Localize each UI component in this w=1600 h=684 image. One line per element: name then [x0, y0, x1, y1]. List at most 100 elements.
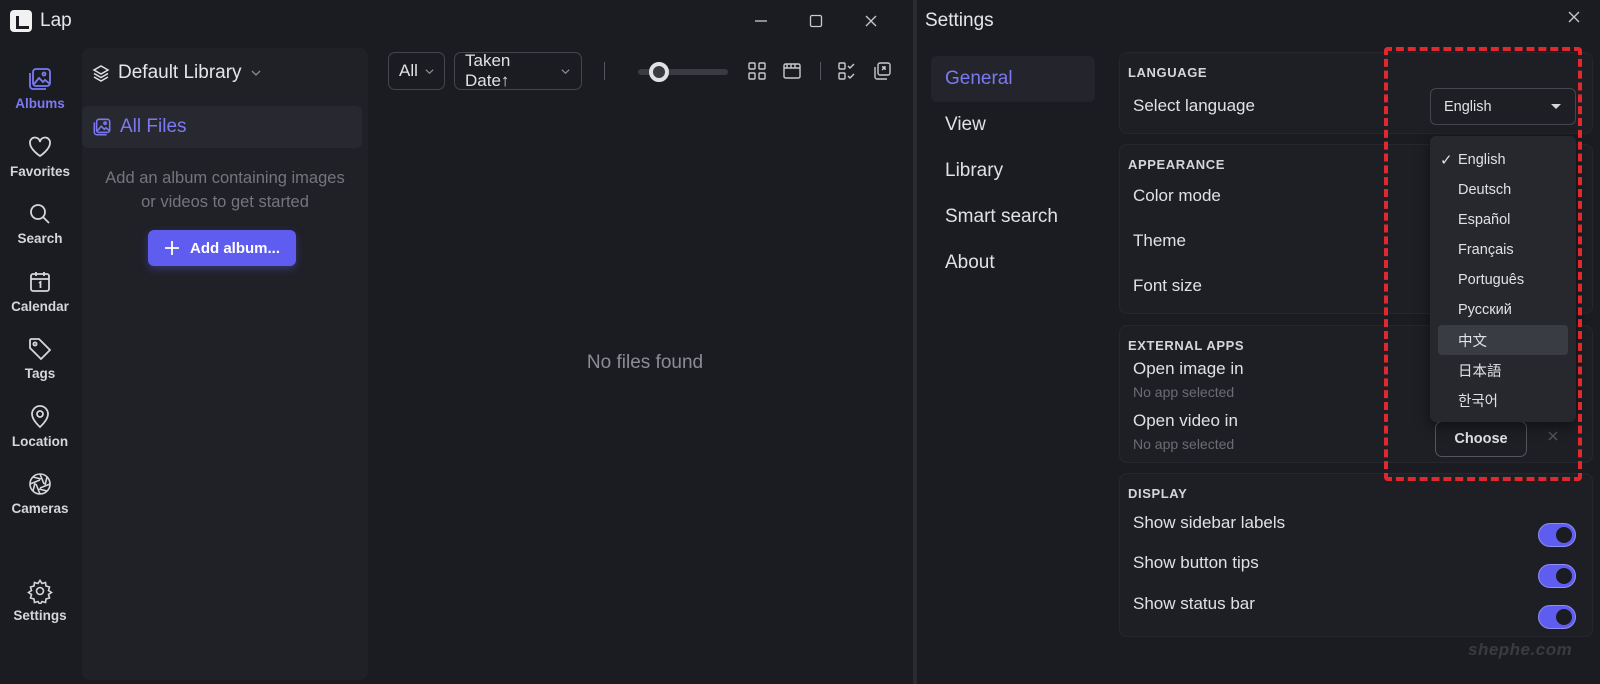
language-option-portugues[interactable]: Português	[1438, 265, 1568, 295]
show-button-tips-label: Show button tips	[1133, 553, 1259, 572]
show-status-bar-label: Show status bar	[1133, 594, 1255, 613]
library-name: Default Library	[118, 62, 242, 83]
theme-label: Theme	[1133, 231, 1186, 250]
watermark-text: shephe.com	[1468, 640, 1573, 659]
language-option-espanol[interactable]: Español	[1438, 205, 1568, 235]
lap-window: Lap Albums Favorites Search Calendar Tag…	[0, 0, 913, 684]
checkmark-icon: ✓	[1440, 152, 1453, 169]
album-item-all-files[interactable]: All Files	[82, 106, 362, 148]
open-image-label: Open image in	[1133, 359, 1244, 378]
language-option-chinese[interactable]: 中文	[1438, 325, 1568, 355]
language-option-english[interactable]: ✓ English	[1438, 145, 1568, 175]
nav-item-location[interactable]: Location	[0, 404, 80, 462]
close-button[interactable]	[854, 8, 888, 34]
album-panel: Default Library All Files Add an album c…	[82, 48, 368, 680]
maximize-button[interactable]	[799, 8, 833, 34]
chevron-down-icon	[560, 66, 571, 77]
settings-close-button[interactable]	[1567, 10, 1581, 24]
grid-view-icon[interactable]	[747, 61, 767, 81]
copy-window-icon[interactable]	[872, 61, 892, 81]
toolbar-divider	[820, 62, 821, 80]
language-option-label: Français	[1458, 242, 1514, 258]
language-option-russian[interactable]: Русский	[1438, 295, 1568, 325]
open-image-status: No app selected	[1133, 384, 1235, 400]
gear-icon	[27, 578, 53, 604]
font-size-label: Font size	[1133, 276, 1202, 295]
caret-down-icon	[1551, 104, 1561, 109]
maximize-icon	[809, 14, 823, 28]
chevron-down-icon	[424, 66, 435, 77]
language-option-label: 中文	[1458, 333, 1487, 350]
show-sidebar-labels-label: Show sidebar labels	[1133, 513, 1286, 532]
add-album-label: Add album...	[190, 239, 280, 257]
nav-label-location: Location	[11, 434, 69, 449]
sort-dropdown[interactable]: Taken Date↑	[454, 51, 582, 90]
search-icon	[27, 201, 53, 227]
location-pin-icon	[27, 404, 53, 430]
language-selected-value: English	[1444, 98, 1492, 115]
layers-icon	[92, 64, 110, 82]
language-option-label: 한국어	[1458, 393, 1499, 410]
slider-thumb[interactable]	[648, 62, 669, 82]
nav-item-favorites[interactable]: Favorites	[0, 134, 80, 192]
nav-item-cameras[interactable]: Cameras	[0, 471, 80, 529]
section-header-appearance: APPEARANCE	[1128, 157, 1226, 172]
albums-icon	[92, 117, 112, 137]
film-strip-icon[interactable]	[782, 61, 802, 81]
title-bar: Lap	[0, 0, 913, 42]
nav-label-tags: Tags	[24, 366, 56, 381]
empty-album-hint: Add an album containing images or videos…	[105, 169, 345, 211]
all-files-label: All Files	[120, 116, 187, 137]
filter-dropdown[interactable]: All	[388, 52, 445, 90]
filter-value: All	[399, 61, 418, 80]
tab-view[interactable]: View	[931, 102, 1095, 148]
nav-label-favorites: Favorites	[9, 164, 71, 179]
select-language-label: Select language	[1133, 96, 1255, 115]
add-album-button[interactable]: Add album...	[148, 230, 296, 266]
minimize-icon	[754, 14, 768, 28]
language-option-japanese[interactable]: 日本語	[1438, 355, 1568, 385]
language-select[interactable]: English	[1430, 88, 1576, 125]
albums-icon	[27, 66, 53, 92]
nav-label-cameras: Cameras	[11, 501, 69, 516]
section-header-language: LANGUAGE	[1128, 65, 1208, 80]
open-video-label: Open video in	[1133, 411, 1238, 430]
minimize-button[interactable]	[744, 8, 778, 34]
language-option-label: Español	[1458, 212, 1511, 228]
language-option-korean[interactable]: 한국어	[1438, 385, 1568, 415]
nav-item-albums[interactable]: Albums	[0, 66, 80, 124]
tab-about[interactable]: About	[931, 240, 1095, 286]
open-video-status: No app selected	[1133, 436, 1235, 452]
settings-title: Settings	[925, 10, 994, 31]
toggle-status-bar[interactable]	[1538, 605, 1576, 629]
choose-video-app-button[interactable]: Choose	[1435, 421, 1527, 457]
language-option-label: Deutsch	[1458, 182, 1512, 198]
language-option-label: 日本語	[1458, 363, 1502, 380]
plus-icon	[164, 240, 180, 256]
nav-item-search[interactable]: Search	[0, 201, 80, 259]
camera-aperture-icon	[27, 471, 53, 497]
language-dropdown-menu: ✓ English Deutsch Español Français Portu…	[1430, 136, 1576, 422]
tab-smart-search[interactable]: Smart search	[931, 194, 1095, 240]
select-mode-icon[interactable]	[837, 61, 857, 81]
close-icon	[864, 14, 878, 28]
window-title: Lap	[40, 10, 72, 31]
nav-item-calendar[interactable]: Calendar	[0, 269, 80, 327]
calendar-icon	[27, 269, 53, 295]
clear-video-app-button[interactable]	[1547, 430, 1559, 442]
toggle-sidebar-labels[interactable]	[1538, 523, 1576, 547]
tab-general[interactable]: General	[931, 56, 1095, 102]
language-option-label: English	[1458, 152, 1506, 168]
language-option-label: Русский	[1458, 302, 1512, 318]
toggle-button-tips[interactable]	[1538, 564, 1576, 588]
language-option-label: Português	[1458, 272, 1525, 288]
language-option-francais[interactable]: Français	[1438, 235, 1568, 265]
language-option-deutsch[interactable]: Deutsch	[1438, 175, 1568, 205]
tab-library[interactable]: Library	[931, 148, 1095, 194]
section-header-external-apps: EXTERNAL APPS	[1128, 338, 1245, 353]
close-icon	[1547, 430, 1559, 442]
library-selector[interactable]: Default Library	[92, 58, 262, 88]
tag-icon	[27, 336, 53, 362]
nav-item-tags[interactable]: Tags	[0, 336, 80, 394]
nav-item-settings[interactable]: Settings	[0, 578, 80, 636]
